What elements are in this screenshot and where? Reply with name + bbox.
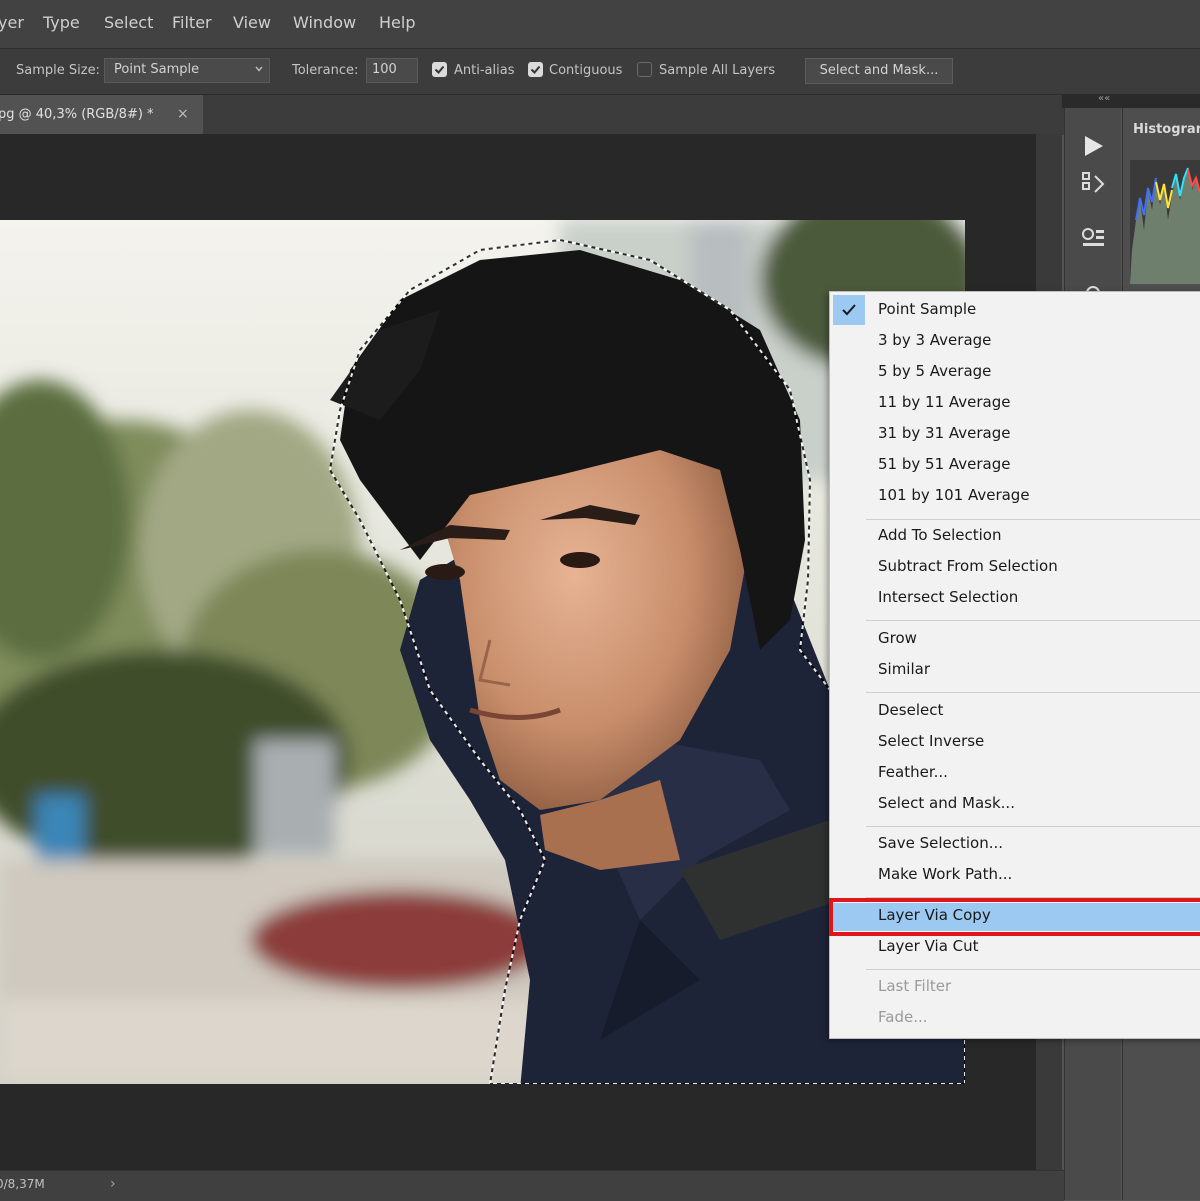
- menu-filter[interactable]: Filter: [172, 13, 212, 33]
- contiguous-label: Contiguous: [549, 63, 623, 78]
- document-tab-bar: pg @ 40,3% (RGB/8#) * ×: [0, 94, 1064, 135]
- anti-alias-checkbox[interactable]: [432, 62, 447, 77]
- status-bar: 0/8,37M ›: [0, 1170, 1064, 1201]
- menu-item-fade: Fade...: [878, 1008, 928, 1026]
- sample-all-layers-label: Sample All Layers: [659, 63, 776, 78]
- menu-layer[interactable]: yer: [0, 13, 24, 33]
- contiguous-checkbox[interactable]: [528, 62, 543, 77]
- menu-separator: [866, 519, 1200, 520]
- menu-type[interactable]: Type: [43, 13, 80, 33]
- menu-item-11by11-average[interactable]: 11 by 11 Average: [830, 390, 1200, 418]
- menu-item-save-selection[interactable]: Save Selection...: [830, 831, 1200, 859]
- check-icon: [434, 65, 445, 74]
- status-arrow-icon[interactable]: ›: [110, 1176, 116, 1192]
- panel-collapse-bar[interactable]: ««: [1062, 93, 1200, 108]
- menu-select[interactable]: Select: [104, 13, 153, 33]
- collapse-panels-icon[interactable]: ««: [1098, 93, 1110, 104]
- sample-size-label: Sample Size:: [16, 63, 100, 78]
- select-and-mask-button[interactable]: Select and Mask...: [805, 58, 953, 84]
- menu-item-similar[interactable]: Similar: [830, 657, 1200, 685]
- menu-item-last-filter: Last Filter: [878, 977, 952, 995]
- document-tab[interactable]: pg @ 40,3% (RGB/8#) * ×: [0, 95, 203, 135]
- histogram-title: Histogram: [1133, 122, 1200, 137]
- menu-separator: [866, 826, 1200, 827]
- document-image[interactable]: [0, 220, 965, 1084]
- close-icon[interactable]: ×: [177, 106, 189, 122]
- menu-item-point-sample[interactable]: Point Sample: [830, 297, 1200, 325]
- tolerance-input[interactable]: 100: [366, 58, 418, 83]
- menu-item-feather[interactable]: Feather...: [830, 760, 1200, 788]
- menu-item-subtract-from-selection[interactable]: Subtract From Selection: [830, 554, 1200, 582]
- sample-size-value: Point Sample: [114, 62, 200, 77]
- play-icon[interactable]: [1073, 126, 1113, 166]
- chevron-down-icon: [255, 66, 263, 72]
- menu-separator: [866, 969, 1200, 970]
- highlight-annotation-box: [829, 898, 1200, 936]
- anti-alias-label: Anti-alias: [454, 63, 515, 78]
- menu-separator: [866, 620, 1200, 621]
- menu-item-intersect-selection[interactable]: Intersect Selection: [830, 585, 1200, 613]
- sample-size-select[interactable]: Point Sample: [104, 58, 270, 83]
- histogram-graph: [1130, 160, 1200, 284]
- document-size-status: 0/8,37M: [0, 1177, 45, 1191]
- menu-item-101by101-average[interactable]: 101 by 101 Average: [830, 483, 1200, 511]
- menu-item-add-to-selection[interactable]: Add To Selection: [830, 523, 1200, 551]
- document-tab-title: pg @ 40,3% (RGB/8#) *: [0, 107, 154, 122]
- menu-item-select-inverse[interactable]: Select Inverse: [830, 729, 1200, 757]
- tolerance-label: Tolerance:: [292, 63, 359, 78]
- menu-help[interactable]: Help: [379, 13, 415, 33]
- menu-item-31by31-average[interactable]: 31 by 31 Average: [830, 421, 1200, 449]
- menu-item-3by3-average[interactable]: 3 by 3 Average: [830, 328, 1200, 356]
- menu-view[interactable]: View: [233, 13, 271, 33]
- check-icon: [530, 65, 541, 74]
- portrait-photo: [0, 220, 965, 1084]
- menu-item-layer-via-cut[interactable]: Layer Via Cut: [830, 934, 1200, 962]
- menu-item-deselect[interactable]: Deselect: [830, 698, 1200, 726]
- menu-item-5by5-average[interactable]: 5 by 5 Average: [830, 359, 1200, 387]
- menu-item-select-and-mask[interactable]: Select and Mask...: [830, 791, 1200, 819]
- history-icon[interactable]: [1073, 164, 1113, 204]
- menu-window[interactable]: Window: [293, 13, 356, 33]
- menu-bar: yer Type Select Filter View Window Help: [0, 0, 1200, 48]
- menu-item-51by51-average[interactable]: 51 by 51 Average: [830, 452, 1200, 480]
- menu-item-grow[interactable]: Grow: [830, 626, 1200, 654]
- sample-all-layers-checkbox[interactable]: [637, 62, 652, 77]
- properties-icon[interactable]: [1073, 218, 1113, 258]
- menu-item-make-work-path[interactable]: Make Work Path...: [830, 862, 1200, 890]
- menu-separator: [866, 692, 1200, 693]
- options-bar: Sample Size: Point Sample Tolerance: 100…: [0, 48, 1200, 95]
